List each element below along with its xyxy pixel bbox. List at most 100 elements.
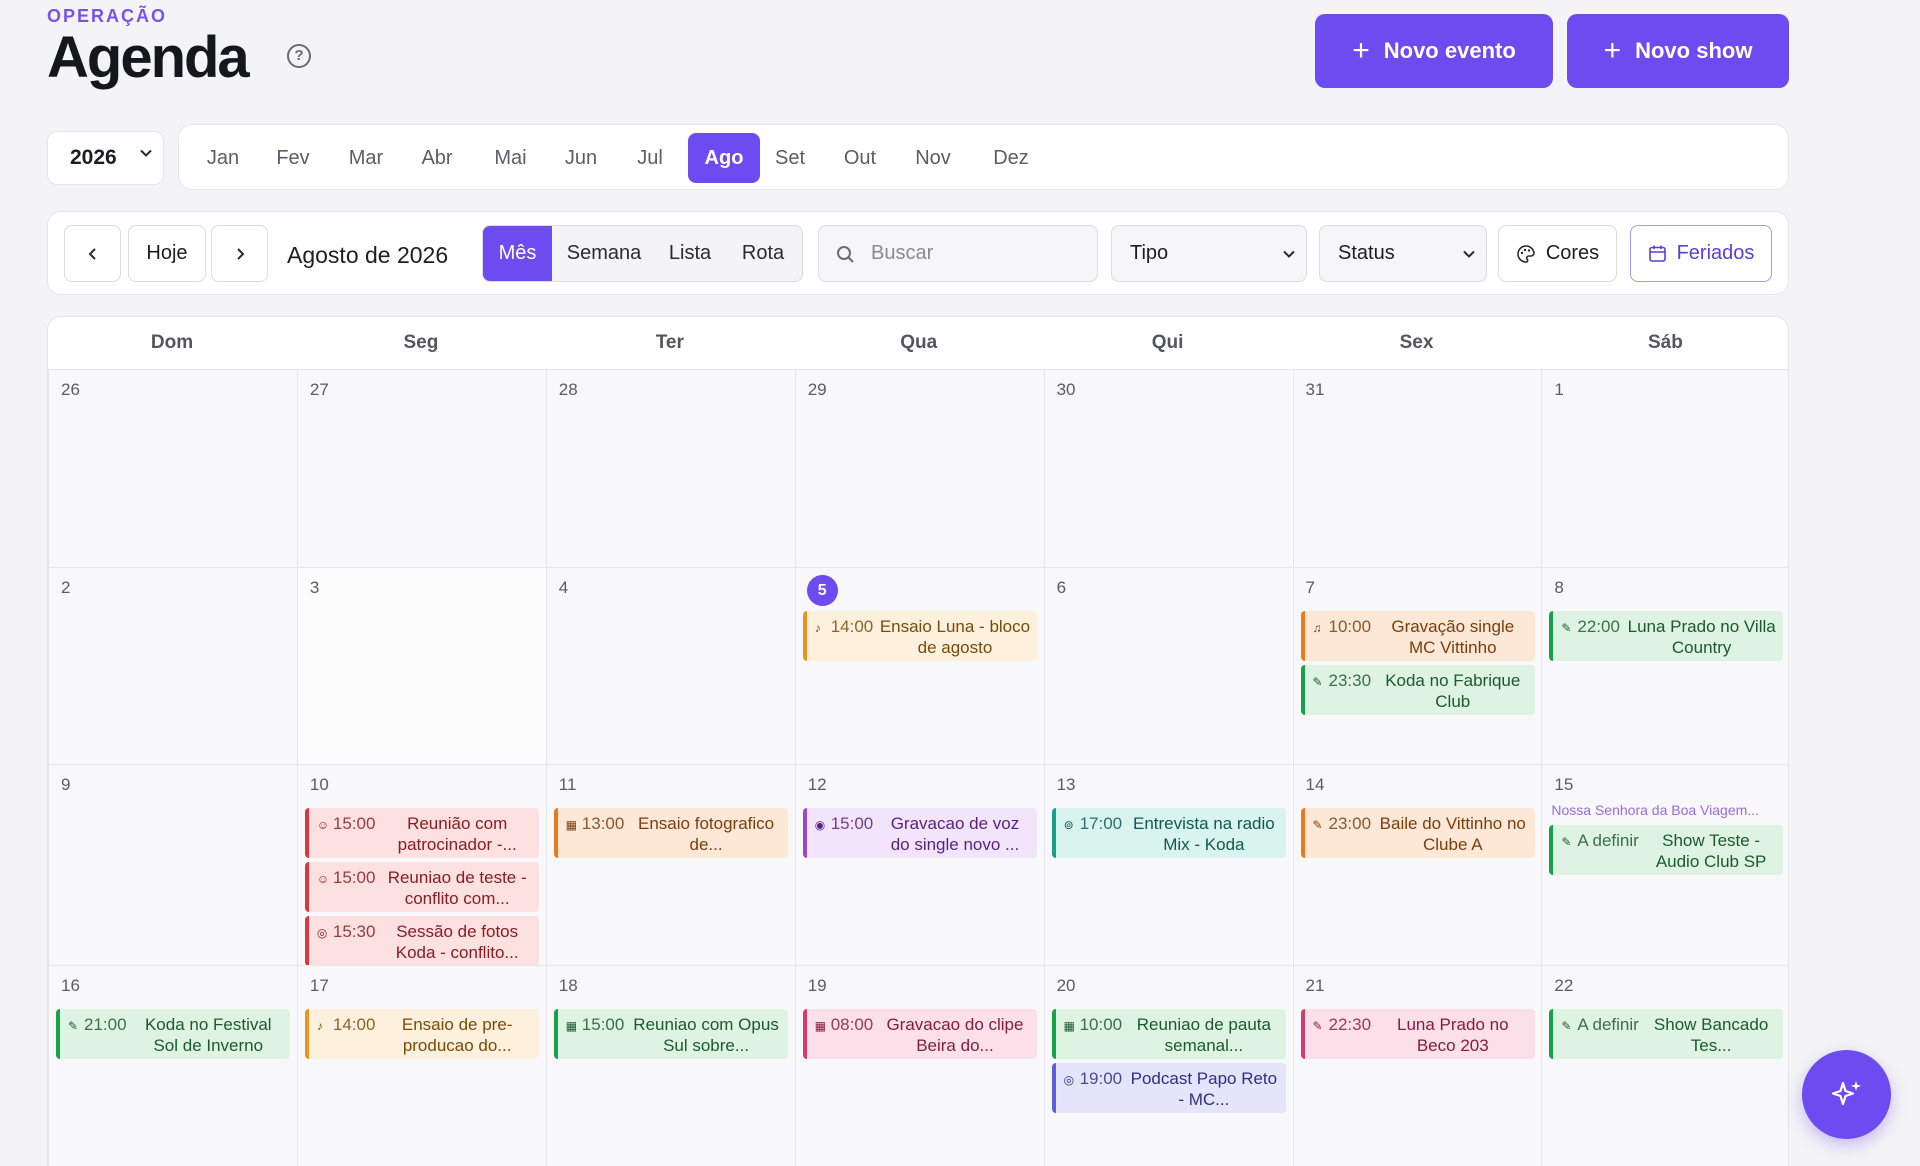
calendar-event[interactable]: ♪ 14:00 Ensaio de pre-producao do... <box>304 1009 539 1059</box>
day-cell[interactable]: 3 <box>296 567 546 764</box>
chevron-down-icon <box>140 149 152 157</box>
day-cell[interactable]: 6 <box>1043 567 1293 764</box>
calendar-event[interactable]: ♫ 10:00 Gravação single MC Vittinho <box>1300 611 1535 661</box>
view-month[interactable]: Mês <box>483 226 552 281</box>
day-number: 8 <box>1554 578 1564 597</box>
view-route[interactable]: Rota <box>724 226 802 281</box>
day-cell[interactable]: 4 <box>545 567 795 764</box>
month-abr[interactable]: Abr <box>412 133 462 183</box>
day-cell[interactable]: 14 ✎ 23:00 Baile do Vittinho no Clube A <box>1292 764 1542 965</box>
calendar-event[interactable]: ☺ 15:00 Reuniao de teste - conflito com... <box>304 862 539 912</box>
day-cell[interactable]: 12 ◉ 15:00 Gravacao de voz do single novo .… <box>794 764 1044 965</box>
month-nov[interactable]: Nov <box>904 133 962 183</box>
day-cell[interactable]: 31 <box>1292 369 1542 567</box>
day-cell[interactable]: 15 Nossa Senhora da Boa Viagem... ✎ A defin… <box>1541 764 1788 965</box>
new-show-button[interactable]: + Novo show <box>1567 14 1789 88</box>
day-cell[interactable]: 27 <box>296 369 546 567</box>
calendar-event[interactable]: ◉ 15:00 Gravacao de voz do single novo ... <box>802 808 1037 858</box>
month-out[interactable]: Out <box>833 133 887 183</box>
day-number: 10 <box>309 775 329 794</box>
calendar-event[interactable]: ✎ 21:00 Koda no Festival Sol de Inverno <box>56 1009 290 1059</box>
calendar-event[interactable]: ✎ A definir Show Bancado Tes... <box>1549 1009 1784 1059</box>
day-cell[interactable]: 2 <box>48 567 297 764</box>
day-cell[interactable]: 17 ♪ 14:00 Ensaio de pre-producao do... <box>296 965 546 1166</box>
event-time: 22:30 <box>1328 1015 1372 1034</box>
calendar-event[interactable]: ▦ 10:00 Reuniao de pauta semanal... <box>1051 1009 1286 1059</box>
day-number: 1 <box>1554 380 1564 399</box>
calendar-event[interactable]: ✎ 23:30 Koda no Fabrique Club <box>1300 665 1535 715</box>
month-ago[interactable]: Ago <box>688 133 760 183</box>
new-event-button[interactable]: + Novo evento <box>1315 14 1553 88</box>
event-title: Reunião com patrocinador -... <box>397 814 517 854</box>
day-cell[interactable]: 21 ✎ 22:30 Luna Prado no Beco 203 <box>1292 965 1542 1166</box>
day-number: 6 <box>1056 578 1067 597</box>
month-dez[interactable]: Dez <box>981 133 1041 183</box>
month-jan[interactable]: Jan <box>197 133 249 183</box>
day-number: 26 <box>61 380 80 399</box>
day-cell[interactable]: 20 ▦ 10:00 Reuniao de pauta semanal... ◎ 19:0… <box>1043 965 1293 1166</box>
event-time: 13:00 <box>581 814 625 833</box>
view-list[interactable]: Lista <box>656 226 724 281</box>
day-cell[interactable]: 1 <box>1541 369 1788 567</box>
event-time: 19:00 <box>1079 1069 1123 1088</box>
day-cell[interactable]: 10 ☺ 15:00 Reunião com patrocinador -... ☺ 15… <box>296 764 546 966</box>
event-time: 17:00 <box>1079 814 1123 833</box>
calendar-event[interactable]: ✎ 23:00 Baile do Vittinho no Clube A <box>1300 808 1535 858</box>
view-week[interactable]: Semana <box>552 226 656 281</box>
day-cell[interactable]: 29 <box>794 369 1044 567</box>
month-fev[interactable]: Fev <box>267 133 319 183</box>
day-number: 15 <box>1554 775 1574 794</box>
day-cell[interactable]: 26 <box>48 369 297 567</box>
day-cell[interactable]: 8 ✎ 22:00 Luna Prado no Villa Country <box>1541 567 1788 764</box>
day-cell[interactable]: 28 <box>545 369 795 567</box>
weekday-header: Seg <box>403 332 439 353</box>
previous-period-button[interactable] <box>64 225 121 282</box>
calendar-event[interactable]: ▦ 15:00 Reuniao com Opus Sul sobre... <box>553 1009 788 1059</box>
today-button[interactable]: Hoje <box>128 225 206 282</box>
help-icon[interactable]: ? <box>287 44 311 68</box>
month-mar[interactable]: Mar <box>337 133 395 183</box>
month-set[interactable]: Set <box>764 133 816 183</box>
calendar-event[interactable]: ▦ 08:00 Gravacao do clipe Beira do... <box>802 1009 1037 1059</box>
search-input[interactable]: Buscar <box>818 225 1098 282</box>
page-title: Agenda <box>47 25 250 90</box>
radio-icon: ⊚ <box>1063 818 1074 832</box>
day-cell[interactable]: 19 ▦ 08:00 Gravacao do clipe Beira do... <box>794 965 1044 1166</box>
day-cell[interactable]: 13 ⊚ 17:00 Entrevista na radio Mix - Koda <box>1043 764 1293 965</box>
day-number: 7 <box>1305 578 1315 597</box>
event-title: Koda no Festival Sol de Inverno <box>144 1015 272 1055</box>
year-select[interactable]: 2026 <box>47 131 164 185</box>
calendar-event[interactable]: ☺ 15:00 Reunião com patrocinador -... <box>304 808 539 858</box>
month-jun[interactable]: Jun <box>554 133 608 183</box>
day-number: 28 <box>558 380 578 399</box>
next-period-button[interactable] <box>211 225 268 282</box>
day-cell[interactable]: 7 ♫ 10:00 Gravação single MC Vittinho ✎ 23:30… <box>1292 567 1542 764</box>
event-time: 10:00 <box>1328 617 1372 636</box>
calendar-event[interactable]: ⊚ 17:00 Entrevista na radio Mix - Koda <box>1051 808 1286 858</box>
calendar-event[interactable]: ✎ 22:30 Luna Prado no Beco 203 <box>1300 1009 1535 1059</box>
holidays-button[interactable]: Feriados <box>1630 225 1772 282</box>
status-filter-select[interactable]: Status <box>1319 225 1487 282</box>
day-cell[interactable]: 30 <box>1043 369 1293 567</box>
event-time: 15:00 <box>581 1015 625 1034</box>
plus-icon: + <box>1603 34 1622 67</box>
calendar-event[interactable]: ◎ 15:30 Sessão de fotos Koda - conflito... <box>304 916 539 966</box>
colors-button[interactable]: Cores <box>1498 225 1617 282</box>
event-title: Koda no Fabrique Club <box>1385 671 1521 711</box>
calendar-event[interactable]: ♪ 14:00 Ensaio Luna - bloco de agosto <box>802 611 1037 661</box>
calendar-icon <box>1648 245 1666 262</box>
calendar-event[interactable]: ◎ 19:00 Podcast Papo Reto - MC... <box>1051 1063 1286 1113</box>
ai-assistant-button[interactable] <box>1802 1050 1891 1139</box>
day-cell[interactable]: 9 <box>48 764 297 965</box>
day-cell[interactable]: 16 ✎ 21:00 Koda no Festival Sol de Inverno <box>48 965 297 1166</box>
month-jul[interactable]: Jul <box>626 133 674 183</box>
calendar-event[interactable]: ✎ A definir Show Teste - Audio Club SP <box>1549 825 1784 875</box>
day-cell[interactable]: 18 ▦ 15:00 Reuniao com Opus Sul sobre... <box>545 965 795 1166</box>
calendar-event[interactable]: ✎ 22:00 Luna Prado no Villa Country <box>1549 611 1784 661</box>
calendar-event[interactable]: ▦ 13:00 Ensaio fotografico de... <box>553 808 788 858</box>
day-cell[interactable]: 5 ♪ 14:00 Ensaio Luna - bloco de agosto <box>794 567 1044 764</box>
month-mai[interactable]: Mai <box>482 133 539 183</box>
day-cell[interactable]: 22 ✎ A definir Show Bancado Tes... <box>1541 965 1788 1166</box>
day-cell[interactable]: 11 ▦ 13:00 Ensaio fotografico de... <box>545 764 795 965</box>
type-filter-select[interactable]: Tipo <box>1111 225 1307 282</box>
